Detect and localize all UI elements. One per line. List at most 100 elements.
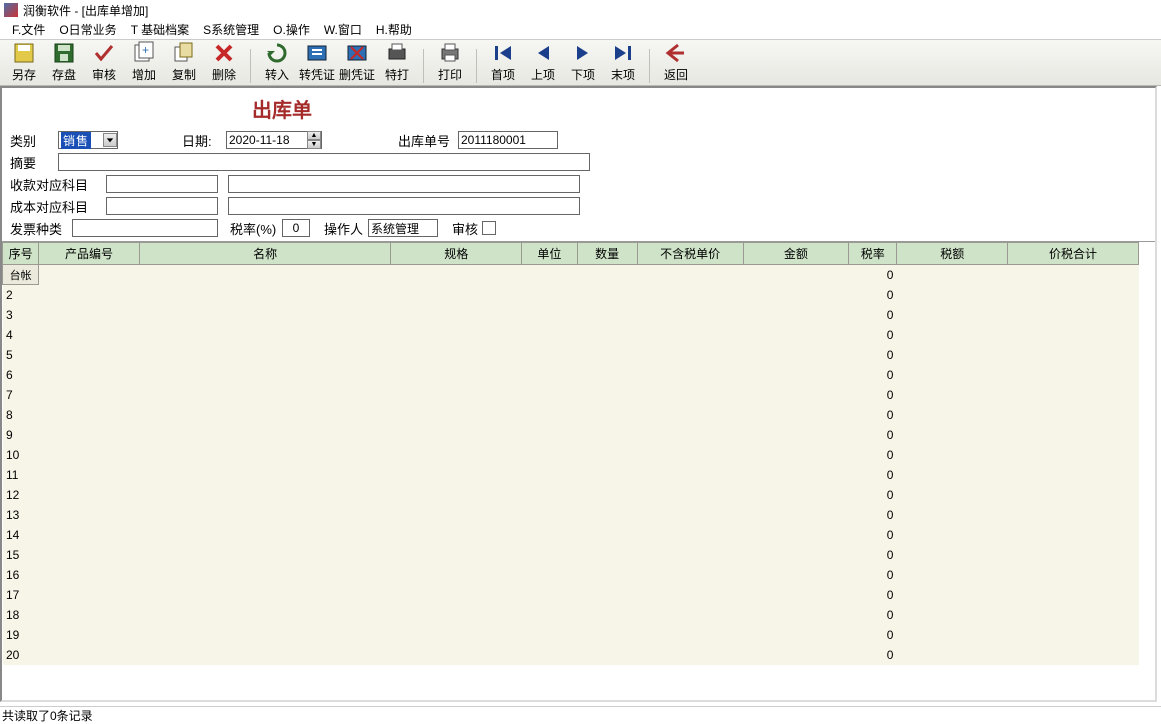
table-cell[interactable] — [391, 605, 522, 625]
menu-op[interactable]: O.操作 — [273, 21, 310, 38]
table-cell[interactable] — [39, 565, 140, 585]
table-row[interactable]: 20 — [3, 285, 1139, 305]
table-cell[interactable] — [1008, 605, 1139, 625]
table-cell[interactable] — [577, 365, 637, 385]
invoice-input[interactable] — [72, 219, 218, 237]
table-cell[interactable] — [139, 645, 391, 665]
table-cell[interactable] — [39, 325, 140, 345]
table-cell[interactable] — [1008, 425, 1139, 445]
table-cell[interactable] — [637, 505, 743, 525]
menu-daily[interactable]: O日常业务 — [59, 21, 116, 38]
row-number[interactable]: 20 — [3, 645, 39, 665]
table-cell[interactable]: 0 — [849, 565, 897, 585]
table-cell[interactable] — [522, 505, 577, 525]
menu-win[interactable]: W.窗口 — [324, 21, 362, 38]
table-cell[interactable] — [139, 445, 391, 465]
table-cell[interactable] — [577, 345, 637, 365]
table-cell[interactable] — [897, 525, 1008, 545]
table-cell[interactable] — [637, 485, 743, 505]
table-cell[interactable] — [39, 525, 140, 545]
row-number[interactable]: 10 — [3, 445, 39, 465]
table-cell[interactable] — [522, 565, 577, 585]
table-cell[interactable] — [743, 545, 849, 565]
row-number[interactable]: 16 — [3, 565, 39, 585]
table-cell[interactable] — [139, 525, 391, 545]
table-cell[interactable] — [522, 425, 577, 445]
table-cell[interactable]: 0 — [849, 605, 897, 625]
table-cell[interactable] — [391, 265, 522, 285]
table-cell[interactable] — [39, 625, 140, 645]
recv-subject-name-input[interactable] — [228, 175, 580, 193]
table-cell[interactable] — [577, 505, 637, 525]
row-number[interactable]: 12 — [3, 485, 39, 505]
table-cell[interactable] — [577, 545, 637, 565]
table-cell[interactable]: 0 — [849, 405, 897, 425]
summary-input[interactable] — [58, 153, 590, 171]
table-cell[interactable] — [139, 485, 391, 505]
table-cell[interactable] — [897, 585, 1008, 605]
table-cell[interactable] — [522, 485, 577, 505]
import-button[interactable]: 转入 — [259, 41, 295, 83]
table-cell[interactable] — [577, 285, 637, 305]
table-cell[interactable] — [637, 265, 743, 285]
table-cell[interactable] — [897, 605, 1008, 625]
table-cell[interactable] — [522, 545, 577, 565]
table-cell[interactable] — [897, 285, 1008, 305]
table-cell[interactable] — [897, 445, 1008, 465]
del-voucher-button[interactable]: 删凭证 — [339, 41, 375, 83]
row-number[interactable]: 9 — [3, 425, 39, 445]
row-number[interactable]: 19 — [3, 625, 39, 645]
table-cell[interactable] — [637, 645, 743, 665]
table-row[interactable]: 170 — [3, 585, 1139, 605]
table-cell[interactable] — [522, 465, 577, 485]
table-cell[interactable] — [139, 585, 391, 605]
table-cell[interactable]: 0 — [849, 645, 897, 665]
table-cell[interactable] — [743, 445, 849, 465]
row-number[interactable]: 8 — [3, 405, 39, 425]
date-spinner[interactable]: ▲ ▼ — [307, 131, 321, 149]
table-cell[interactable] — [577, 325, 637, 345]
table-cell[interactable] — [139, 565, 391, 585]
first-button[interactable]: 首项 — [485, 41, 521, 83]
table-row[interactable]: 100 — [3, 445, 1139, 465]
table-cell[interactable]: 0 — [849, 265, 897, 285]
table-cell[interactable] — [1008, 485, 1139, 505]
table-cell[interactable] — [577, 525, 637, 545]
row-number[interactable]: 7 — [3, 385, 39, 405]
add-button[interactable]: + 增加 — [126, 41, 162, 83]
table-row[interactable]: 190 — [3, 625, 1139, 645]
table-cell[interactable] — [391, 305, 522, 325]
table-row[interactable]: 120 — [3, 485, 1139, 505]
table-cell[interactable] — [1008, 525, 1139, 545]
col-prod-code[interactable]: 产品编号 — [39, 243, 140, 265]
table-cell[interactable] — [391, 345, 522, 365]
table-cell[interactable] — [637, 285, 743, 305]
table-cell[interactable] — [743, 325, 849, 345]
table-cell[interactable] — [39, 405, 140, 425]
table-cell[interactable] — [577, 305, 637, 325]
col-taxrate[interactable]: 税率 — [849, 243, 897, 265]
table-cell[interactable] — [39, 485, 140, 505]
table-row[interactable]: 80 — [3, 405, 1139, 425]
audit-checkbox[interactable] — [482, 221, 496, 235]
table-cell[interactable] — [637, 425, 743, 445]
table-cell[interactable] — [637, 625, 743, 645]
table-cell[interactable] — [522, 645, 577, 665]
table-cell[interactable] — [897, 305, 1008, 325]
table-cell[interactable] — [39, 505, 140, 525]
print-button[interactable]: 打印 — [432, 41, 468, 83]
table-cell[interactable] — [743, 345, 849, 365]
table-cell[interactable] — [139, 365, 391, 385]
table-cell[interactable] — [637, 385, 743, 405]
table-cell[interactable] — [139, 505, 391, 525]
table-cell[interactable] — [39, 645, 140, 665]
table-row[interactable]: 130 — [3, 505, 1139, 525]
table-cell[interactable] — [577, 445, 637, 465]
table-cell[interactable] — [743, 265, 849, 285]
table-cell[interactable] — [139, 385, 391, 405]
row-header-ledger[interactable]: 台帐 — [3, 265, 39, 285]
table-cell[interactable] — [637, 365, 743, 385]
table-cell[interactable] — [743, 585, 849, 605]
table-cell[interactable] — [577, 645, 637, 665]
category-combo[interactable]: 销售 — [58, 131, 118, 149]
